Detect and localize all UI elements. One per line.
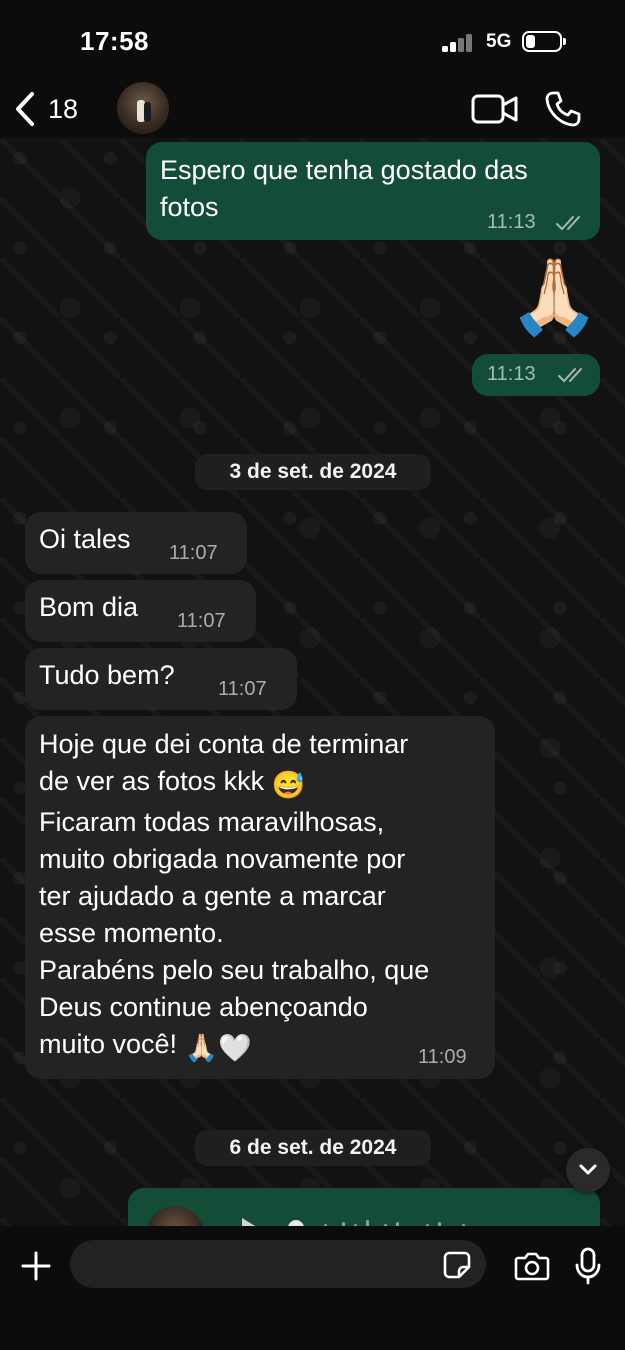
voice-sender-avatar xyxy=(146,1206,204,1226)
unread-count: 18 xyxy=(48,93,79,124)
voice-call-button[interactable] xyxy=(538,86,588,132)
message-time: 11:13 xyxy=(487,363,536,385)
play-icon[interactable] xyxy=(242,1218,260,1226)
read-ticks-icon xyxy=(558,368,582,383)
incoming-message[interactable]: Bom dia 11:07 xyxy=(25,580,256,642)
back-button[interactable]: 18 xyxy=(14,86,104,132)
microphone-button[interactable] xyxy=(568,1242,608,1290)
message-input[interactable] xyxy=(70,1240,486,1288)
attach-button[interactable] xyxy=(14,1244,58,1288)
outgoing-message[interactable]: Espero que tenha gostado das fotos 11:13 xyxy=(146,142,600,240)
message-time: 11:07 xyxy=(169,542,218,564)
date-separator: 6 de set. de 2024 xyxy=(195,1130,431,1166)
incoming-message[interactable]: Oi tales 11:07 xyxy=(25,512,247,574)
video-camera-icon xyxy=(471,94,518,124)
camera-button[interactable] xyxy=(510,1244,554,1288)
network-label: 5G xyxy=(486,31,512,52)
signal-icon xyxy=(442,34,476,52)
message-time: 11:09 xyxy=(418,1046,467,1068)
composer-bar xyxy=(0,1226,625,1350)
microphone-icon xyxy=(575,1247,601,1285)
status-bar: 17:58 5G xyxy=(0,0,625,80)
praying-hands-emoji[interactable]: 🙏🏻 xyxy=(508,260,600,334)
status-time: 17:58 xyxy=(80,26,149,56)
chevron-down-icon xyxy=(579,1164,597,1175)
battery-icon xyxy=(522,31,566,52)
audio-waveform xyxy=(312,1212,562,1226)
contact-avatar[interactable] xyxy=(117,82,169,134)
incoming-message[interactable]: Hoje que dei conta de terminar de ver as… xyxy=(25,716,495,1079)
video-call-button[interactable] xyxy=(470,86,520,132)
sweat-smile-emoji: 😅 xyxy=(271,770,306,800)
incoming-message[interactable]: Tudo bem? 11:07 xyxy=(25,648,297,710)
message-time: 11:07 xyxy=(218,678,267,700)
praying-hands-heart-emoji: 🙏🏻🤍 xyxy=(184,1033,252,1063)
sticker-icon xyxy=(443,1251,471,1279)
sticker-button[interactable] xyxy=(440,1248,474,1282)
chevron-left-icon xyxy=(16,92,34,126)
camera-icon xyxy=(514,1252,550,1281)
chat-area[interactable]: Espero que tenha gostado das fotos 11:13… xyxy=(0,138,625,1226)
outgoing-message-time-pill: 11:13 xyxy=(472,354,600,396)
read-ticks-icon xyxy=(556,216,580,231)
message-time: 11:13 xyxy=(487,211,536,233)
voice-message[interactable] xyxy=(128,1188,600,1226)
plus-icon xyxy=(21,1251,51,1281)
message-time: 11:07 xyxy=(177,610,226,632)
phone-icon xyxy=(545,91,581,127)
date-separator: 3 de set. de 2024 xyxy=(195,454,431,490)
scroll-to-bottom-button[interactable] xyxy=(566,1148,610,1192)
chat-header: 18 xyxy=(0,80,625,138)
